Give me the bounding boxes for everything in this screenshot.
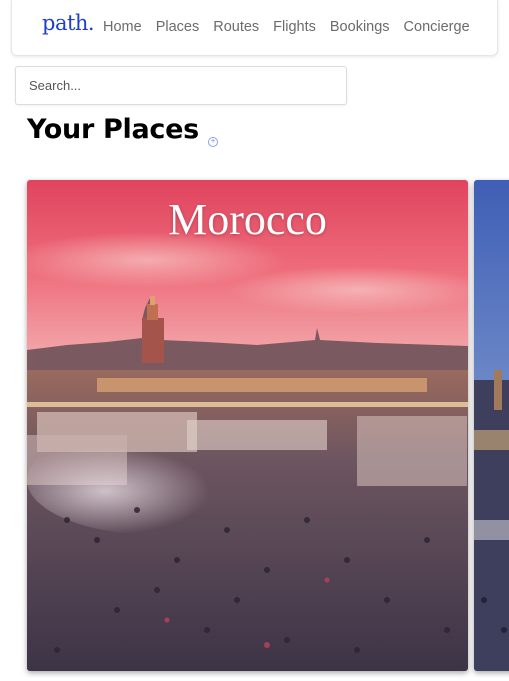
- nav-link-places[interactable]: Places: [156, 19, 200, 35]
- card-title: Morocco: [168, 195, 327, 244]
- nav-link-routes[interactable]: Routes: [213, 19, 259, 35]
- nav-link-bookings[interactable]: Bookings: [330, 19, 390, 35]
- nav-link-concierge[interactable]: Concierge: [404, 19, 470, 35]
- logo[interactable]: path.: [42, 11, 95, 35]
- nav-link-home[interactable]: Home: [103, 19, 142, 35]
- top-navbar: path. Home Places Routes Flights Booking…: [11, 0, 498, 56]
- place-card-2[interactable]: [474, 180, 509, 671]
- morocco-photo: [27, 180, 468, 671]
- nav-link-flights[interactable]: Flights: [273, 19, 316, 35]
- page-title: Your Places: [27, 114, 199, 145]
- place-photo-2: [474, 180, 509, 671]
- search-input[interactable]: [15, 66, 347, 105]
- plus-circle-icon[interactable]: +: [208, 137, 218, 147]
- nav-links: Home Places Routes Flights Bookings Conc…: [103, 19, 484, 35]
- place-card-morocco[interactable]: Morocco: [27, 180, 468, 671]
